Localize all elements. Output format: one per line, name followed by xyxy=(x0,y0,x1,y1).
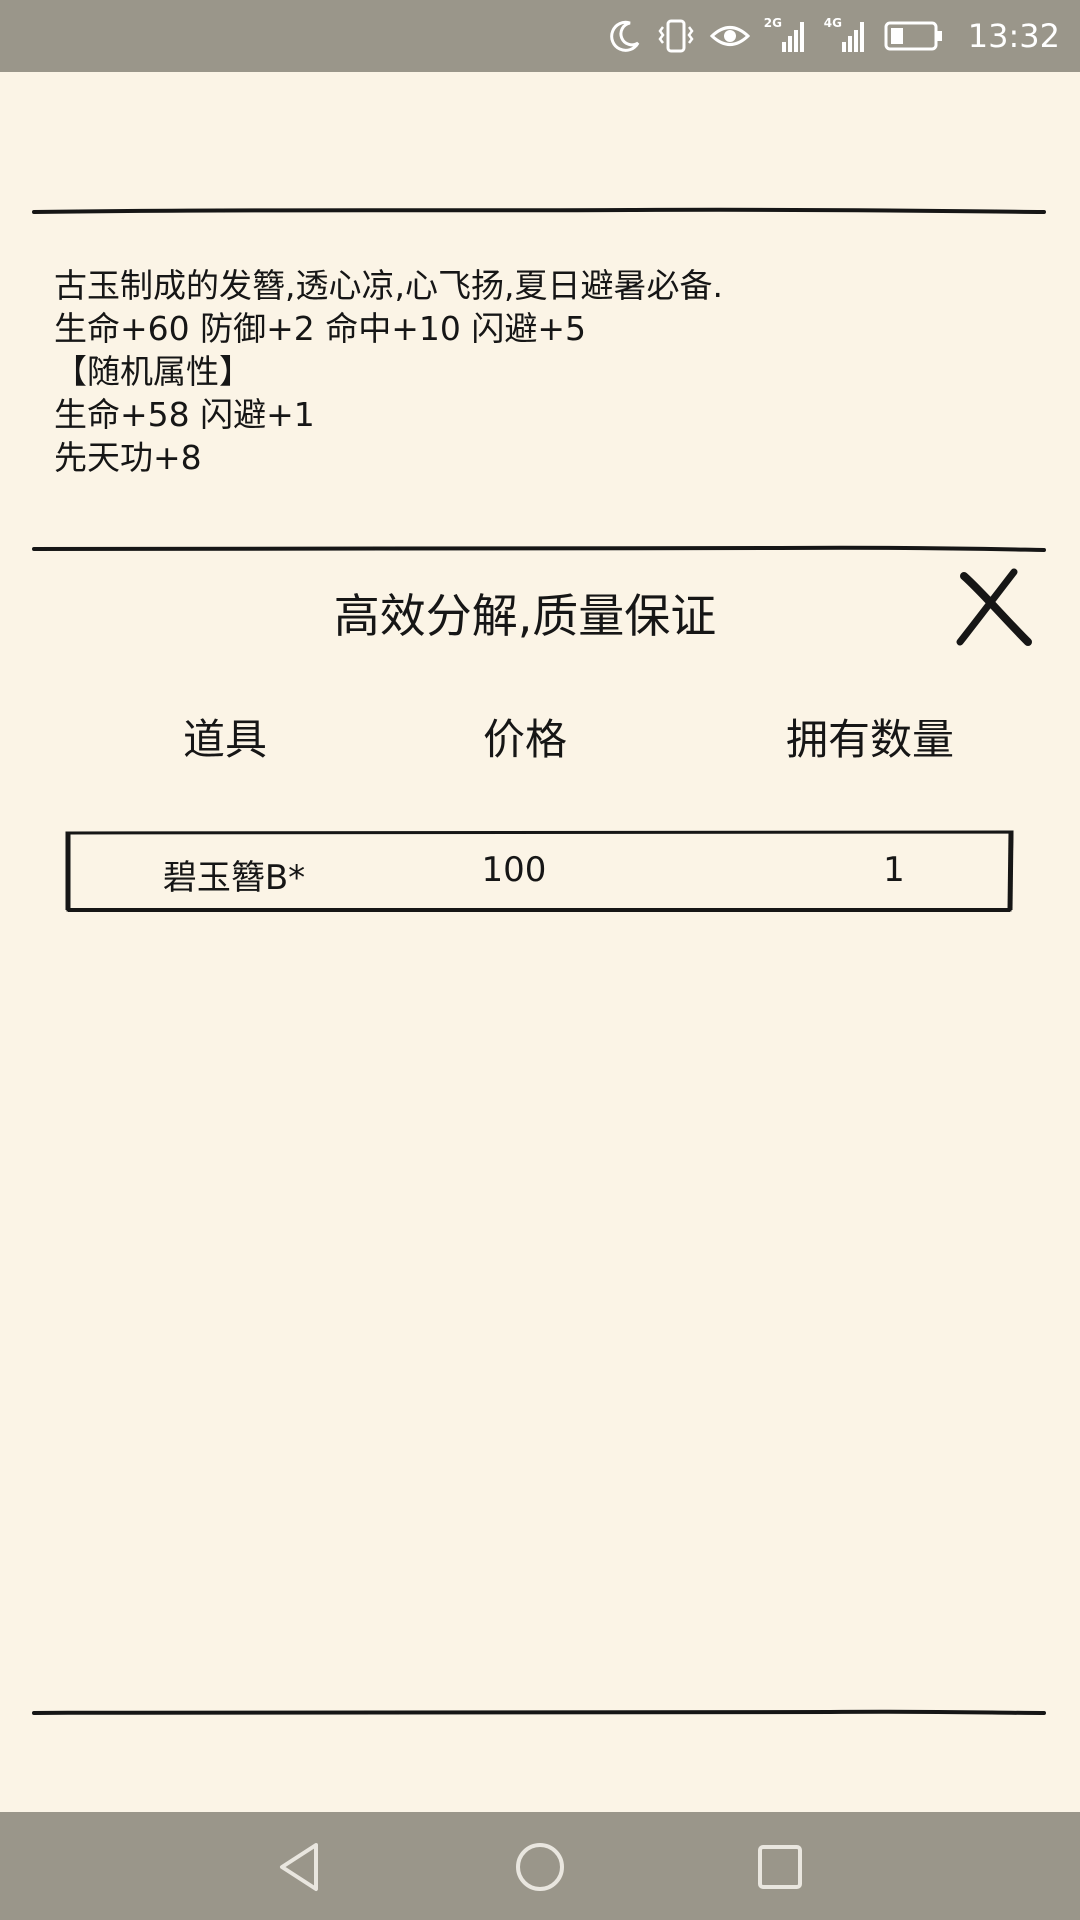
divider-bottom xyxy=(30,1708,1050,1718)
navigation-bar xyxy=(0,1812,1080,1920)
status-bar: 2G 4G 13:32 xyxy=(0,0,1080,72)
status-time: 13:32 xyxy=(967,17,1060,55)
divider-top xyxy=(30,206,1050,216)
base-stats-line: 生命+60 防御+2 命中+10 闪避+5 xyxy=(54,309,587,348)
row-item-price: 100 xyxy=(481,850,547,890)
skill-bonus-line: 先天功+8 xyxy=(54,438,202,477)
close-icon xyxy=(952,566,1036,650)
random-attributes-heading: 【随机属性】 xyxy=(54,352,252,391)
back-triangle-icon xyxy=(272,1839,328,1895)
close-button[interactable] xyxy=(952,566,1036,650)
item-description: 古玉制成的发簪,透心凉,心飞扬,夏日避暑必备. 生命+60 防御+2 命中+10… xyxy=(54,264,1034,479)
row-item-quantity: 1 xyxy=(883,850,905,890)
recents-square-icon xyxy=(752,1839,808,1895)
moon-icon xyxy=(608,19,642,53)
column-header-quantity: 拥有数量 xyxy=(785,715,954,764)
home-circle-icon xyxy=(512,1839,568,1895)
eye-icon xyxy=(709,21,750,51)
divider-middle xyxy=(30,544,1050,554)
row-item-name: 碧玉簪B* xyxy=(162,858,306,898)
recents-button[interactable] xyxy=(752,1839,808,1895)
status-icons: 2G 4G 13:32 xyxy=(608,0,1060,72)
home-button[interactable] xyxy=(512,1839,568,1895)
vibrate-icon xyxy=(656,18,696,54)
random-stats-line: 生命+58 闪避+1 xyxy=(54,395,315,434)
back-button[interactable] xyxy=(272,1839,328,1895)
signal-icon: 4G xyxy=(824,16,870,54)
battery-icon xyxy=(884,20,944,52)
table-row[interactable]: 碧玉簪B* 100 1 xyxy=(64,830,1016,912)
signal-icon: 2G xyxy=(764,16,810,54)
dialog-title: 高效分解,质量保证 xyxy=(333,589,717,643)
description-line: 古玉制成的发簪,透心凉,心飞扬,夏日避暑必备. xyxy=(54,266,723,305)
column-header-item: 道具 xyxy=(182,715,267,764)
column-header-price: 价格 xyxy=(482,715,567,764)
